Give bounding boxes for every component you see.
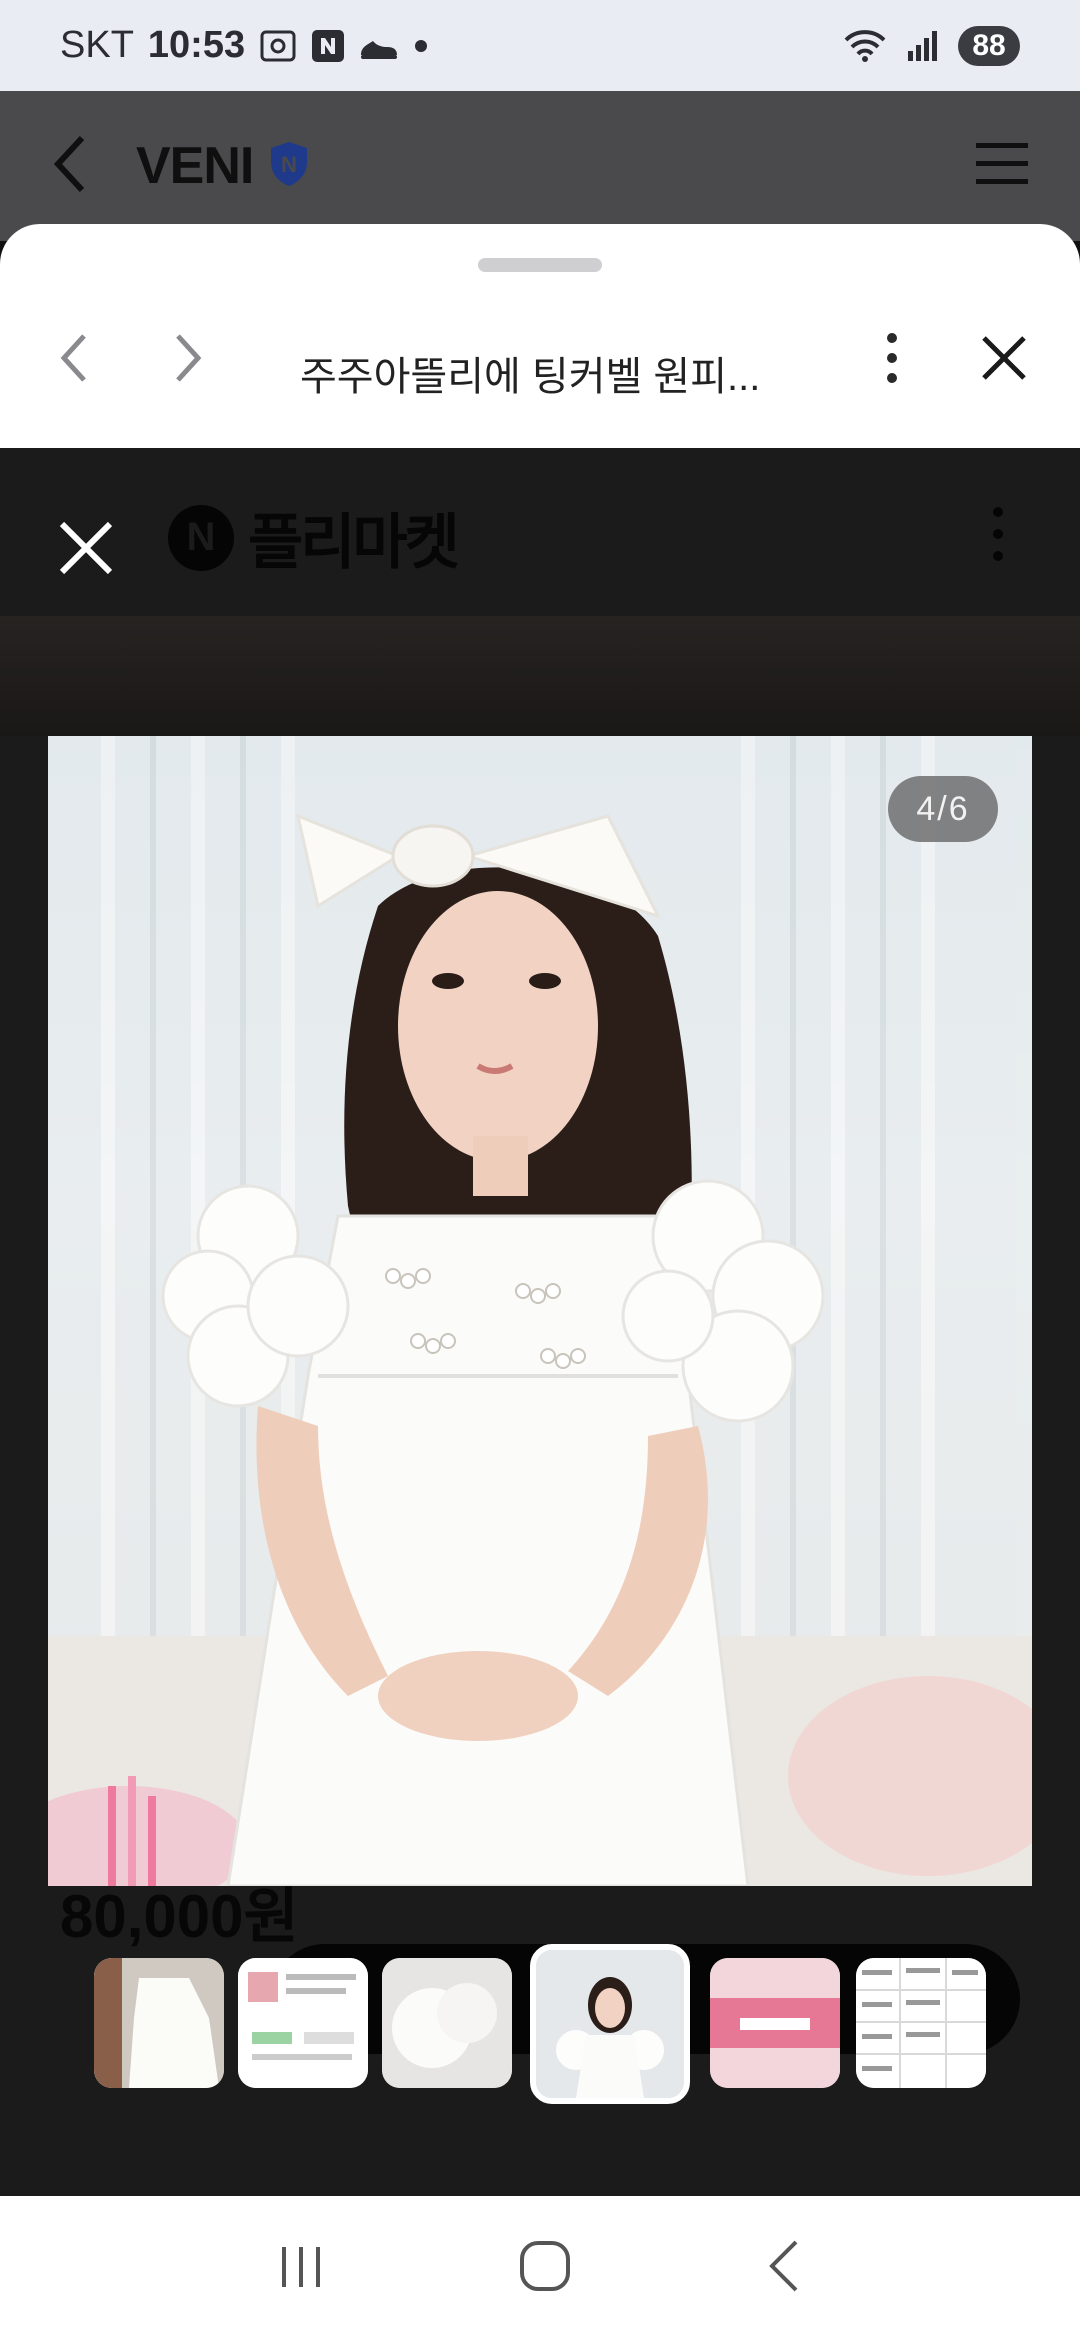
browser-toolbar: 주주아뜰리에 팅커벨 원피... — [0, 294, 1080, 448]
home-icon[interactable] — [518, 2239, 572, 2298]
battery-indicator: 88 — [958, 25, 1020, 66]
thumbnail-2[interactable] — [382, 1958, 512, 2088]
screenshot-icon — [259, 29, 297, 63]
wifi-icon — [842, 28, 888, 64]
thumbnail-strip — [70, 1944, 1020, 2104]
app-title: VENI — [136, 137, 254, 195]
back-icon[interactable] — [764, 2238, 804, 2299]
clock: 10:53 — [147, 24, 246, 66]
bottom-sheet: 주주아뜰리에 팅커벨 원피... N 플리마켓 4/6 80,000원 — [0, 224, 1080, 2340]
browser-forward-icon[interactable] — [172, 330, 206, 391]
viewer-close-icon[interactable] — [56, 518, 116, 583]
brand-n-badge: N — [168, 504, 234, 571]
product-photo[interactable]: 4/6 — [48, 736, 1032, 1886]
brand-logo: N 플리마켓 — [168, 494, 460, 581]
sneaker-icon — [359, 31, 399, 61]
recent-apps-icon[interactable] — [276, 2241, 326, 2296]
app-header: VENI N — [0, 91, 1080, 241]
sheet-drag-handle[interactable] — [478, 258, 602, 272]
image-counter: 4/6 — [888, 776, 998, 842]
web-header: N 플리마켓 — [0, 448, 1080, 616]
status-bar: SKT 10:53 88 — [0, 0, 1080, 91]
web-content: N 플리마켓 4/6 80,000원 — [0, 448, 1080, 2340]
thumbnail-1[interactable] — [238, 1958, 368, 2088]
thumbnail-5[interactable] — [856, 1958, 986, 2088]
signal-icon — [906, 29, 940, 63]
system-nav-bar — [0, 2196, 1080, 2340]
thumbnail-4[interactable] — [710, 1958, 840, 2088]
back-arrow-icon[interactable] — [50, 134, 90, 199]
photo-illustration — [48, 736, 1032, 1886]
naver-n-icon — [311, 29, 345, 63]
web-more-icon[interactable] — [988, 504, 1008, 569]
hamburger-menu-icon[interactable] — [974, 139, 1030, 194]
product-price: 80,000원 — [60, 1883, 299, 1950]
more-options-icon[interactable] — [880, 330, 904, 391]
brand-name: 플리마켓 — [248, 509, 460, 576]
thumbnail-0[interactable] — [94, 1958, 224, 2088]
verified-shield-icon: N — [267, 140, 311, 193]
image-top-strip — [0, 616, 1080, 736]
dot-icon — [413, 38, 429, 54]
page-title: 주주아뜰리에 팅커벨 원피... — [300, 355, 761, 399]
close-icon[interactable] — [980, 334, 1028, 387]
carrier-label: SKT — [60, 24, 134, 66]
thumbnail-3-active[interactable] — [530, 1944, 690, 2104]
browser-back-icon[interactable] — [56, 330, 90, 391]
shield-letter: N — [281, 152, 297, 177]
